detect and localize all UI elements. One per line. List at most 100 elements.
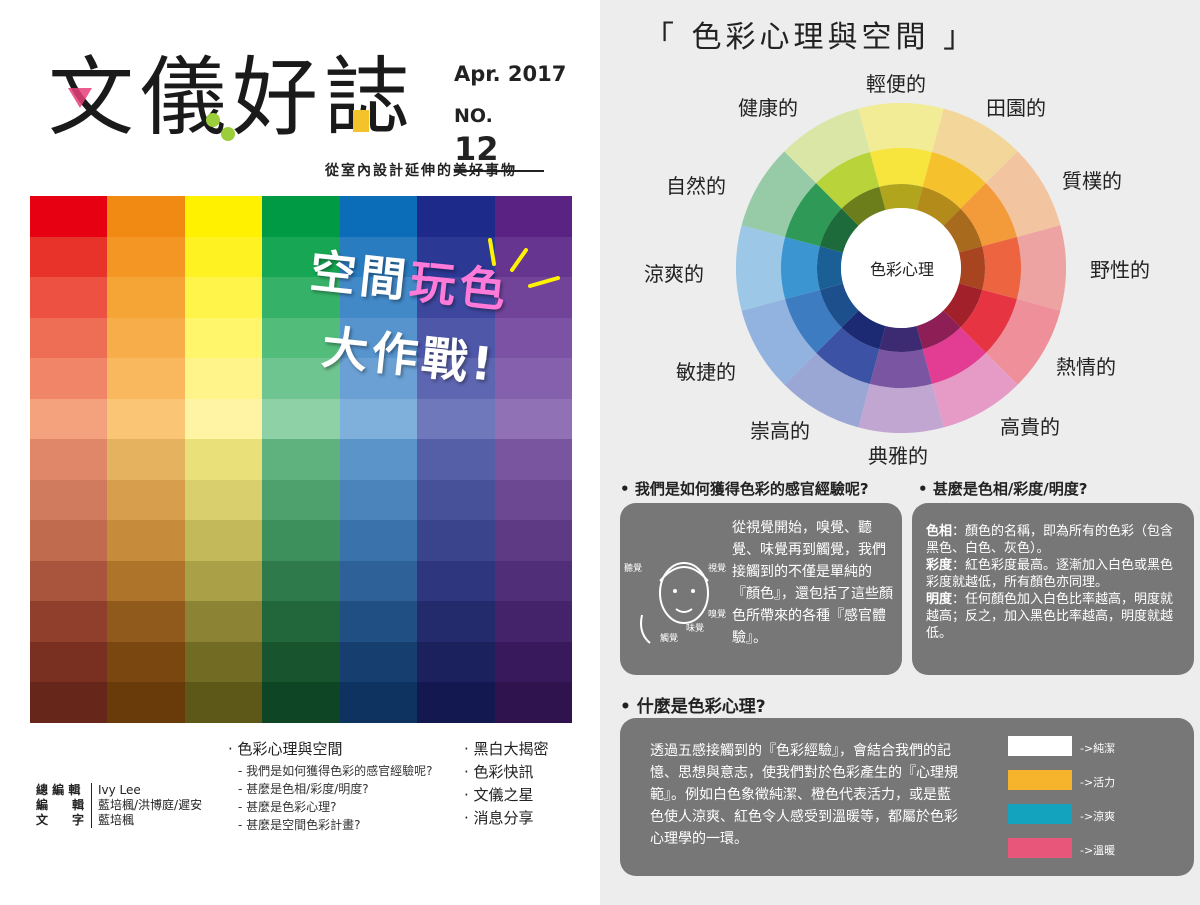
palette-cell xyxy=(30,196,108,238)
credit-value: Ivy Lee xyxy=(98,783,141,797)
credit-label: 文 字 xyxy=(36,813,85,827)
toc-item[interactable]: 甚麼是色彩心理? xyxy=(246,800,336,814)
palette-cell xyxy=(107,317,186,359)
palette-cell xyxy=(262,196,341,238)
palette-cell xyxy=(339,682,418,724)
wheel-label: 崇高的 xyxy=(750,419,810,443)
palette-cell xyxy=(30,560,108,602)
palette-cell xyxy=(262,439,341,481)
palette-cell xyxy=(184,560,263,602)
palette-cell xyxy=(184,439,263,481)
palette-cell xyxy=(30,479,108,521)
palette-cell xyxy=(184,479,263,521)
palette-cell xyxy=(184,520,263,562)
palette-cell xyxy=(30,358,108,400)
sense-label: 聽覺 xyxy=(624,564,643,574)
question-1: • 我們是如何獲得色彩的感官經驗呢? xyxy=(620,480,869,498)
palette-cell xyxy=(339,479,418,521)
question-1-text: 我們是如何獲得色彩的感官經驗呢? xyxy=(634,480,869,498)
palette-cell xyxy=(494,601,573,643)
palette-cell xyxy=(494,317,573,359)
wheel-segment xyxy=(879,325,923,352)
wheel-segment xyxy=(879,184,923,211)
palette-cell xyxy=(107,479,186,521)
palette-cell xyxy=(30,236,108,278)
toc-item[interactable]: 消息分享 xyxy=(474,809,534,827)
palette-cell xyxy=(30,317,108,359)
palette-cell xyxy=(107,236,186,278)
term-label: 彩度 xyxy=(926,558,953,573)
wheel-segment xyxy=(958,246,985,290)
swatch-cyan xyxy=(1008,804,1072,824)
senses-box: 聽覺 視覺 嗅覺 味覺 觸覺 從視覺開始，嗅覺、聽覺、味覺再到觸覺，我們接觸到的… xyxy=(620,503,902,675)
palette-cell xyxy=(184,277,263,319)
term-text: ：顏色的名稱，即為所有的色彩（包含黑色、白色、灰色）。 xyxy=(926,524,1174,556)
wheel-label: 熱情的 xyxy=(1056,355,1116,379)
palette-cell xyxy=(107,520,186,562)
wheel-label: 野性的 xyxy=(1090,258,1150,282)
wheel-label: 典雅的 xyxy=(868,444,928,468)
palette-cell xyxy=(417,682,496,724)
page-title: 「 色彩心理與空間 」 xyxy=(644,20,978,55)
palette-cell xyxy=(184,358,263,400)
toc-item[interactable]: 黑白大揭密 xyxy=(474,740,549,758)
palette-cell xyxy=(417,641,496,683)
term-text: ：紅色彩度最高。逐漸加入白色或黑色彩度就越低，所有顏色亦同理。 xyxy=(926,558,1174,590)
wheel-label: 健康的 xyxy=(738,96,798,120)
masthead-decoration xyxy=(68,88,369,141)
credit-value: 藍培楓 xyxy=(98,813,135,827)
toc-item[interactable]: 我們是如何獲得色彩的感官經驗呢? xyxy=(246,764,432,778)
toc-item[interactable]: 甚麼是空間色彩計畫? xyxy=(246,818,360,832)
palette-cell xyxy=(494,560,573,602)
palette-cell xyxy=(262,520,341,562)
toc-item[interactable]: 色彩快訊 xyxy=(474,763,534,781)
palette-cell xyxy=(184,641,263,683)
credit-label: 編 輯 xyxy=(36,798,85,812)
term-hue: 色相：顏色的名稱，即為所有的色彩（包含黑色、白色、灰色）。 xyxy=(926,523,1180,557)
palette-cell xyxy=(339,398,418,440)
palette-cell xyxy=(30,398,108,440)
palette-cell xyxy=(30,439,108,481)
palette-cell xyxy=(184,236,263,278)
term-label: 色相 xyxy=(926,524,953,539)
swatch-label: ->涼爽 xyxy=(1080,810,1116,823)
palette-cell xyxy=(30,641,108,683)
palette-cell xyxy=(262,479,341,521)
face-icon xyxy=(640,562,709,644)
wheel-label: 輕便的 xyxy=(866,72,926,96)
wheel-segment xyxy=(736,225,786,311)
palette-cell xyxy=(184,398,263,440)
palette-cell xyxy=(107,641,186,683)
credit-value: 藍培楓/洪博庭/遲安 xyxy=(98,798,203,812)
term-chroma: 彩度：紅色彩度最高。逐漸加入白色或黑色彩度就越低，所有顏色亦同理。 xyxy=(926,557,1180,591)
palette-cell xyxy=(184,601,263,643)
color-terms-box: 色相：顏色的名稱，即為所有的色彩（包含黑色、白色、灰色）。 彩度：紅色彩度最高。… xyxy=(912,503,1194,675)
swatch-orange xyxy=(1008,770,1072,790)
palette-cell xyxy=(494,398,573,440)
palette-cell xyxy=(494,479,573,521)
wheel-segment xyxy=(982,236,1021,300)
palette-cell xyxy=(107,601,186,643)
wheel-segment xyxy=(869,349,933,388)
cover-page: 文儀好誌 Apr. 2017 NO. 12 從室內設計延伸的美好事物 空間玩色 … xyxy=(0,0,600,905)
palette-cell xyxy=(262,560,341,602)
term-text: ：任何顏色加入白色比率越高，明度就越高；反之，加入黑色比率越高，明度就越低。 xyxy=(926,592,1174,641)
question-3-text: 什麼是色彩心理? xyxy=(636,697,766,717)
toc-item[interactable]: 甚麼是色相/彩度/明度? xyxy=(246,782,368,796)
swatch-white xyxy=(1008,736,1072,756)
wheel-segment xyxy=(1016,225,1066,311)
psychology-box: 透過五感接觸到的『色彩經驗』，會結合我們的記憶、思想與意志，使我們對於色彩產生的… xyxy=(620,718,1194,876)
wheel-segment xyxy=(858,383,944,433)
palette-cell xyxy=(417,439,496,481)
wheel-label: 敏捷的 xyxy=(676,360,736,384)
palette-cell xyxy=(184,317,263,359)
wheel-segment xyxy=(781,236,820,300)
palette-cell xyxy=(494,520,573,562)
question-3: • 什麼是色彩心理? xyxy=(620,697,766,717)
swatch-label: ->純潔 xyxy=(1080,742,1116,755)
palette-cell xyxy=(184,682,263,724)
tagline: 從室內設計延伸的美好事物 xyxy=(325,163,517,179)
palette-cell xyxy=(30,277,108,319)
toc-item[interactable]: 文儀之星 xyxy=(474,786,534,804)
question-2-text: 甚麼是色相/彩度/明度? xyxy=(932,480,1088,498)
